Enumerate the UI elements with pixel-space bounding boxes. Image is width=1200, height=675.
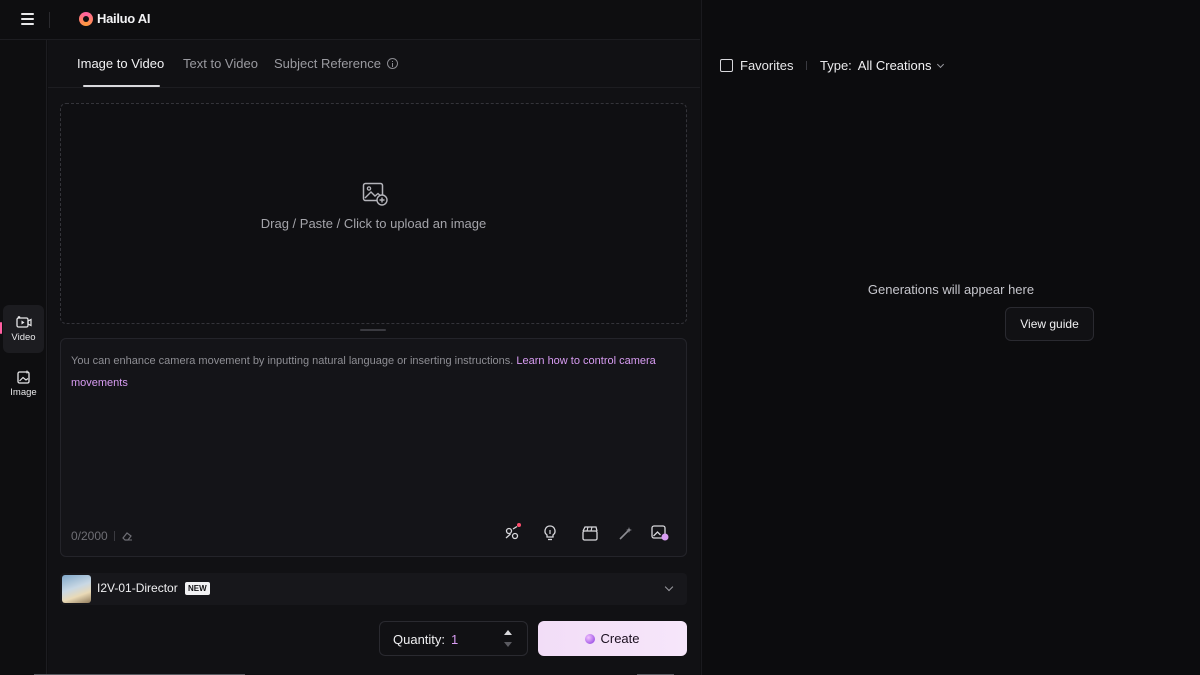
- favorites-label: Favorites: [740, 58, 794, 73]
- logo-icon: [79, 11, 93, 26]
- resize-handle[interactable]: [360, 329, 386, 331]
- view-guide-button[interactable]: View guide: [1005, 307, 1094, 341]
- lightbulb-icon: [544, 525, 556, 541]
- model-selector[interactable]: I2V-01-Director NEW: [60, 573, 687, 605]
- decrement-icon[interactable]: [504, 642, 512, 647]
- create-orb-icon: [585, 633, 596, 644]
- info-icon[interactable]: [386, 58, 398, 69]
- eraser-icon[interactable]: [121, 530, 133, 542]
- model-name: I2V-01-Director: [97, 581, 178, 595]
- filter-divider: [806, 61, 807, 70]
- char-count-text: 0/2000: [71, 529, 108, 543]
- prompt-input[interactable]: You can enhance camera movement by input…: [71, 350, 676, 394]
- char-counter: 0/2000: [71, 529, 133, 543]
- mode-tabs: Image to Video Text to Video Subject Ref…: [48, 40, 700, 88]
- tab-subject-reference[interactable]: Subject Reference: [274, 56, 398, 71]
- type-filter-dropdown[interactable]: Type: All Creations: [820, 58, 944, 73]
- chevron-down-icon: [936, 60, 944, 68]
- quantity-value[interactable]: 1: [451, 632, 458, 647]
- quantity-label: Quantity:: [393, 632, 446, 647]
- rail-label-image: Image: [10, 387, 37, 398]
- side-rail: Video Image: [0, 40, 47, 675]
- image-upload-dropzone[interactable]: Drag / Paste / Click to upload an image: [60, 103, 687, 324]
- style-reference-tool[interactable]: [650, 523, 670, 543]
- counter-divider: [113, 531, 115, 541]
- menu-icon[interactable]: [21, 13, 37, 27]
- prompt-placeholder: You can enhance camera movement by input…: [71, 355, 514, 367]
- gallery-panel: Favorites Type: All Creations Generation…: [701, 0, 1200, 675]
- create-button[interactable]: Create: [538, 621, 687, 656]
- rail-item-video[interactable]: Video: [3, 305, 44, 353]
- inspiration-tool[interactable]: [540, 523, 560, 543]
- model-thumbnail: [62, 575, 91, 603]
- image-style-icon: [651, 525, 669, 541]
- tab-image-to-video[interactable]: Image to Video: [77, 56, 164, 71]
- active-tab-underline: [83, 85, 160, 87]
- type-value: All Creations: [857, 58, 932, 73]
- video-icon: [15, 316, 32, 328]
- magic-wand-icon: [619, 527, 632, 540]
- chevron-down-icon: [664, 582, 674, 592]
- add-image-icon: [362, 182, 388, 206]
- header-divider: [49, 12, 50, 28]
- quantity-stepper[interactable]: Quantity: 1: [379, 621, 528, 656]
- rail-label-video: Video: [11, 332, 36, 343]
- logo-text: Hailuo AI: [97, 11, 151, 26]
- rail-active-indicator: [0, 322, 2, 334]
- empty-state-text: Generations will appear here: [867, 282, 1035, 297]
- image-icon: [16, 370, 30, 384]
- camera-movement-tool[interactable]: [502, 523, 522, 543]
- clapperboard-icon: [582, 526, 598, 541]
- top-bar: Hailuo AI: [0, 0, 700, 40]
- upload-hint-text: Drag / Paste / Click to upload an image: [260, 216, 487, 231]
- favorites-filter[interactable]: Favorites: [720, 58, 793, 73]
- director-tool[interactable]: [580, 523, 600, 543]
- tab-text-to-video[interactable]: Text to Video: [183, 56, 258, 71]
- rail-item-image[interactable]: Image: [3, 360, 44, 408]
- increment-icon[interactable]: [504, 630, 512, 635]
- logo[interactable]: Hailuo AI: [79, 11, 150, 26]
- creation-panel: Image to Video Text to Video Subject Ref…: [48, 40, 700, 675]
- notification-dot: [517, 523, 521, 527]
- new-badge: NEW: [185, 582, 210, 595]
- prompt-box[interactable]: You can enhance camera movement by input…: [60, 338, 687, 557]
- favorites-checkbox[interactable]: [720, 59, 733, 72]
- type-label: Type:: [820, 58, 852, 73]
- tab-subject-reference-label: Subject Reference: [274, 56, 381, 71]
- create-label: Create: [600, 631, 640, 646]
- enhance-prompt-tool[interactable]: [616, 523, 636, 543]
